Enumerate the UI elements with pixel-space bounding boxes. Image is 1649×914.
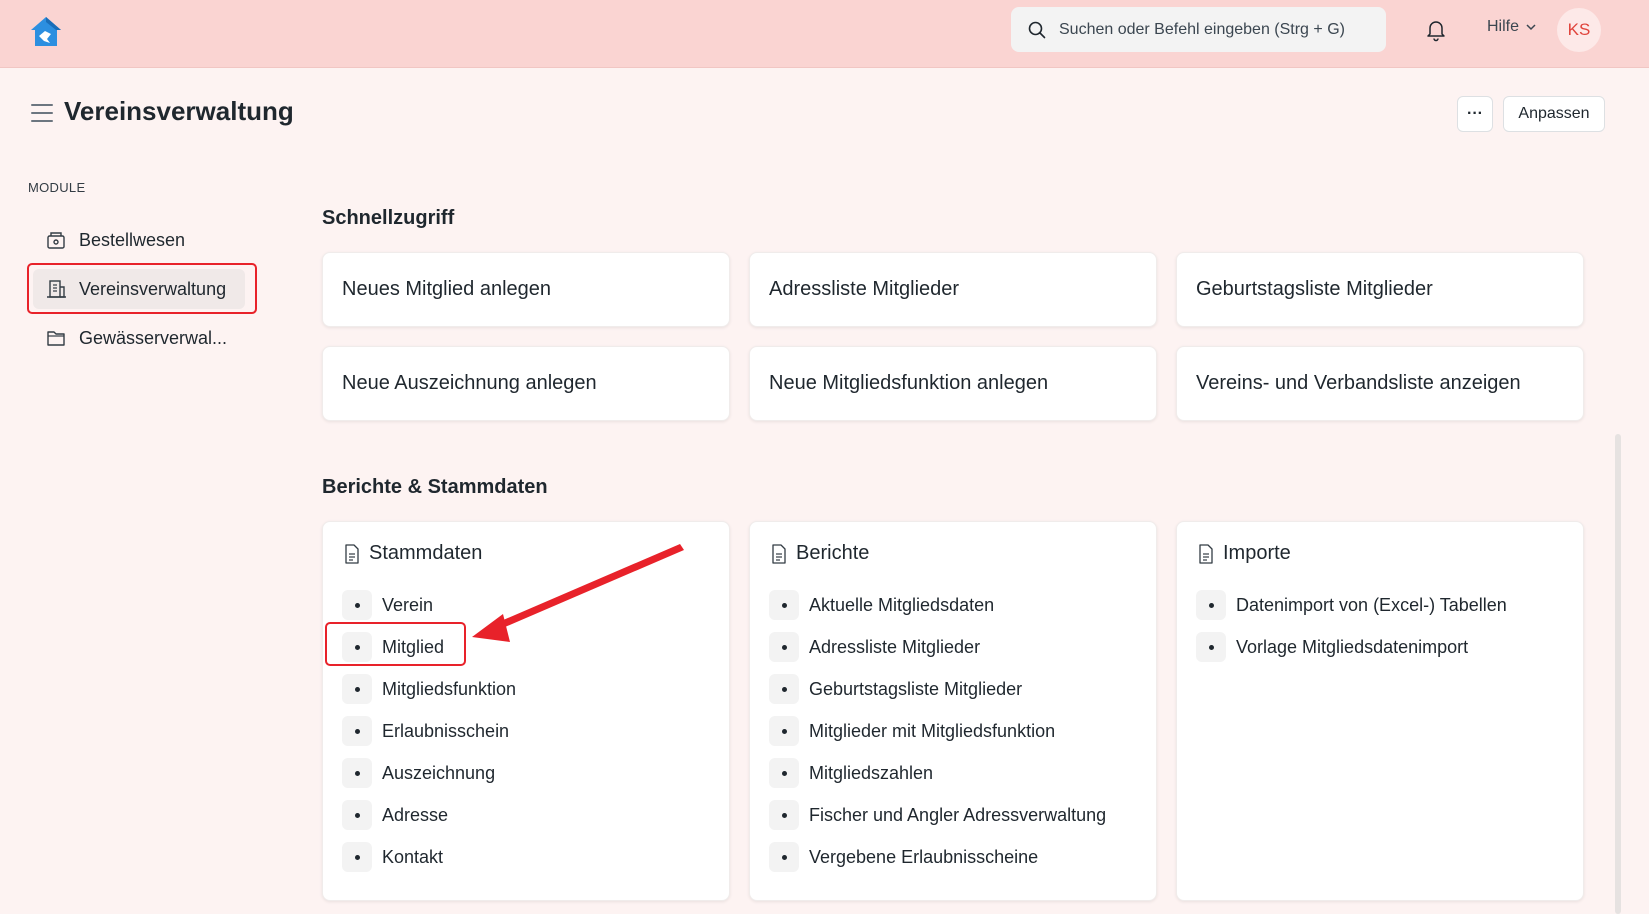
bullet-icon — [769, 716, 799, 746]
help-dropdown[interactable]: Hilfe — [1487, 18, 1537, 36]
card-link[interactable]: Datenimport von (Excel-) Tabellen — [1196, 589, 1507, 621]
link-label: Adresse — [382, 804, 449, 825]
reports-section-title: Berichte & Stammdaten — [322, 476, 548, 498]
link-label: Fischer und Angler Adressverwaltung — [809, 804, 1107, 825]
sidebar-item-bestellwesen[interactable]: Bestellwesen — [33, 220, 245, 260]
link-label: Mitgliedszahlen — [809, 762, 934, 783]
card-importe: Importe Datenimport von (Excel-) Tabelle… — [1176, 521, 1584, 901]
document-icon — [345, 543, 359, 564]
sidebar-item-label: Vereinsverwaltung — [79, 278, 227, 299]
sidebar-item-label: Gewässerverwal... — [79, 327, 228, 348]
card-link[interactable]: Geburtstagsliste Mitglieder — [769, 673, 1022, 705]
card-link[interactable]: Vorlage Mitgliedsdatenimport — [1196, 631, 1468, 663]
page-scrollbar[interactable] — [1615, 434, 1621, 914]
card-link[interactable]: Aktuelle Mitgliedsdaten — [769, 589, 994, 621]
bullet-icon — [769, 758, 799, 788]
card-header: Stammdaten — [343, 542, 482, 565]
shortcut-card[interactable]: Adressliste Mitglieder — [749, 252, 1157, 327]
top-navbar: Hilfe KS — [0, 0, 1649, 68]
link-label: Vergebene Erlaubnisscheine — [809, 846, 1039, 867]
bullet-icon — [342, 590, 372, 620]
search-bar[interactable] — [1011, 7, 1386, 52]
sidebar-section-label: MODULE — [28, 180, 86, 195]
sidebar-item-label: Bestellwesen — [79, 229, 186, 250]
shortcut-card[interactable]: Vereins- und Verbandsliste anzeigen — [1176, 346, 1584, 421]
card-link-kontakt[interactable]: Kontakt — [342, 841, 443, 873]
bullet-icon — [342, 674, 372, 704]
bullet-icon — [342, 758, 372, 788]
user-avatar[interactable]: KS — [1557, 8, 1601, 52]
shortcut-card[interactable]: Neue Mitgliedsfunktion anlegen — [749, 346, 1157, 421]
bullet-icon — [342, 800, 372, 830]
link-label: Mitglieder mit Mitgliedsfunktion — [809, 720, 1056, 741]
bullet-icon — [769, 590, 799, 620]
shortcut-card[interactable]: Neue Auszeichnung anlegen — [322, 346, 730, 421]
card-link-auszeichnung[interactable]: Auszeichnung — [342, 757, 495, 789]
search-icon — [1028, 21, 1046, 38]
bullet-icon — [769, 632, 799, 662]
card-link-adresse[interactable]: Adresse — [342, 799, 448, 831]
more-options-button[interactable]: ··· — [1457, 96, 1493, 132]
shortcut-card[interactable]: Geburtstagsliste Mitglieder — [1176, 252, 1584, 327]
card-link-mitglied[interactable]: Mitglied — [342, 631, 444, 663]
folder-icon — [47, 331, 65, 346]
link-label: Verein — [382, 594, 434, 615]
app-logo-icon[interactable] — [28, 14, 64, 50]
card-title: Importe — [1223, 542, 1291, 564]
document-icon — [772, 543, 786, 564]
link-label: Geburtstagsliste Mitglieder — [809, 678, 1023, 699]
link-label: Adressliste Mitglieder — [809, 636, 981, 657]
help-label: Hilfe — [1487, 18, 1520, 35]
bullet-icon — [342, 716, 372, 746]
chevron-down-icon — [1526, 24, 1536, 31]
card-berichte: Berichte Aktuelle Mitgliedsdaten Adressl… — [749, 521, 1157, 901]
sidebar-toggle-icon[interactable] — [31, 104, 53, 122]
bullet-icon — [769, 842, 799, 872]
document-icon — [1199, 543, 1213, 564]
page-title: Vereinsverwaltung — [64, 96, 294, 126]
bullet-icon — [342, 632, 372, 662]
card-title: Stammdaten — [369, 542, 483, 564]
building-icon — [47, 280, 66, 298]
quick-access-title: Schnellzugriff — [322, 207, 455, 229]
link-label: Kontakt — [382, 846, 444, 867]
sidebar-item-gewaesserverwaltung[interactable]: Gewässerverwal... — [33, 318, 245, 358]
card-header: Berichte — [770, 542, 869, 565]
sidebar-item-vereinsverwaltung[interactable]: Vereinsverwaltung — [33, 269, 245, 309]
card-link[interactable]: Fischer und Angler Adressverwaltung — [769, 799, 1106, 831]
link-label: Erlaubnisschein — [382, 720, 510, 741]
card-title: Berichte — [796, 542, 870, 564]
card-link[interactable]: Vergebene Erlaubnisscheine — [769, 841, 1038, 873]
search-input[interactable] — [1059, 20, 1379, 39]
link-label: Auszeichnung — [382, 762, 496, 783]
card-link-verein[interactable]: Verein — [342, 589, 433, 621]
link-label: Vorlage Mitgliedsdatenimport — [1236, 636, 1469, 657]
bullet-icon — [342, 842, 372, 872]
card-link-erlaubnisschein[interactable]: Erlaubnisschein — [342, 715, 509, 747]
shortcut-card[interactable]: Neues Mitglied anlegen — [322, 252, 730, 327]
card-stammdaten: Stammdaten Verein Mitglied Mitgliedsfunk… — [322, 521, 730, 901]
bullet-icon — [1196, 590, 1226, 620]
card-link[interactable]: Adressliste Mitglieder — [769, 631, 980, 663]
link-label: Datenimport von (Excel-) Tabellen — [1236, 594, 1507, 615]
customize-button[interactable]: Anpassen — [1503, 96, 1605, 132]
bullet-icon — [1196, 632, 1226, 662]
card-link[interactable]: Mitgliedszahlen — [769, 757, 933, 789]
card-link[interactable]: Mitglieder mit Mitgliedsfunktion — [769, 715, 1055, 747]
card-link-mitgliedsfunktion[interactable]: Mitgliedsfunktion — [342, 673, 516, 705]
bullet-icon — [769, 800, 799, 830]
link-label: Mitglied — [382, 636, 445, 657]
shop-icon — [47, 232, 65, 249]
link-label: Mitgliedsfunktion — [382, 678, 517, 699]
bullet-icon — [769, 674, 799, 704]
card-header: Importe — [1197, 542, 1291, 565]
link-label: Aktuelle Mitgliedsdaten — [809, 594, 995, 615]
notification-bell-icon[interactable] — [1424, 18, 1448, 42]
